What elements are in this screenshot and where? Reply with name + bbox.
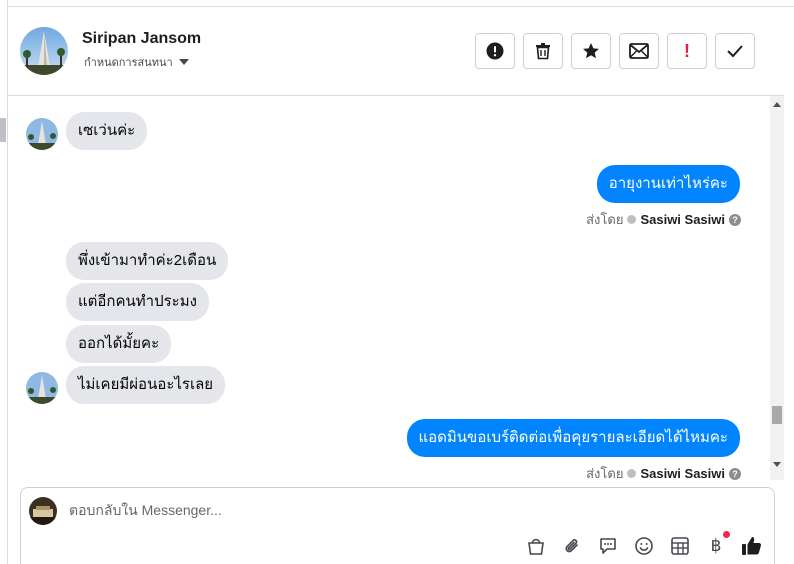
like-button[interactable] <box>740 534 764 558</box>
exclamation-icon: ! <box>684 41 690 61</box>
notification-dot <box>723 531 730 538</box>
scroll-down-arrow-icon[interactable] <box>773 462 781 467</box>
message-incoming[interactable]: แต่อีกคนทำประมง <box>66 283 209 321</box>
sent-by-label: ส่งโดย <box>586 466 624 480</box>
table-button[interactable] <box>668 534 692 558</box>
reply-input[interactable] <box>69 502 489 518</box>
page-avatar <box>29 497 57 525</box>
payment-button[interactable]: ฿ <box>704 531 730 558</box>
star-button[interactable] <box>571 33 611 69</box>
attach-button[interactable] <box>560 534 584 558</box>
delete-button[interactable] <box>523 33 563 69</box>
sender-name[interactable]: Sasiwi Sasiwi <box>640 212 725 227</box>
baht-icon: ฿ <box>710 536 722 556</box>
flag-button[interactable]: ! <box>667 33 707 69</box>
scroll-up-arrow-icon[interactable] <box>773 102 781 107</box>
emoji-button[interactable] <box>632 534 656 558</box>
mail-button[interactable] <box>619 33 659 69</box>
verified-icon <box>627 215 637 224</box>
contact-avatar-small[interactable] <box>26 372 58 404</box>
message-incoming[interactable]: ออกได้มั้ยคะ <box>66 325 172 363</box>
saved-reply-button[interactable] <box>596 534 620 558</box>
verified-icon <box>627 469 637 478</box>
help-icon[interactable]: ? <box>729 213 741 226</box>
message-incoming[interactable]: เซเว่นค่ะ <box>66 112 148 150</box>
reply-composer: ฿ <box>20 487 775 564</box>
message-incoming[interactable]: ไม่เคยมีผ่อนอะไรเลย <box>66 366 226 404</box>
thumbs-up-icon <box>742 537 761 555</box>
trash-icon <box>536 43 550 60</box>
message-outgoing[interactable]: อายุงานเท่าไหร่คะ <box>596 165 740 203</box>
sent-by-label: ส่งโดย <box>586 212 624 227</box>
contact-avatar[interactable] <box>20 27 68 75</box>
conversation-status-label: กำหนดการสนทนา <box>84 57 173 69</box>
sent-by-line: ส่งโดย Sasiwi Sasiwi ? <box>586 209 741 230</box>
message-thread[interactable]: เซเว่นค่ะ อายุงานเท่าไหร่คะ ส่งโดย Sasiw… <box>8 96 770 480</box>
thread-scrollbar[interactable] <box>770 96 784 480</box>
conversation-header: Siripan Jansom กำหนดการสนทนา ! <box>8 7 784 96</box>
composer-toolbar: ฿ <box>524 531 764 558</box>
message-outgoing[interactable]: แอดมินขอเบร์ติดต่อเพื่อคุยรายละเอียดได้ไ… <box>406 419 740 457</box>
checkmark-icon <box>727 45 743 58</box>
message-incoming[interactable]: พึ่งเข้ามาทำค่ะ2เดือน <box>66 242 229 280</box>
scroll-thumb[interactable] <box>772 406 782 424</box>
sent-by-line: ส่งโดย Sasiwi Sasiwi ? <box>586 463 741 480</box>
alert-circle-icon <box>486 42 504 60</box>
sender-name[interactable]: Sasiwi Sasiwi <box>640 466 725 480</box>
contact-name[interactable]: Siripan Jansom <box>82 30 201 48</box>
speech-bubble-icon <box>600 538 616 554</box>
bag-icon <box>528 538 544 555</box>
smiley-icon <box>635 537 653 555</box>
contact-avatar-small[interactable] <box>26 118 58 150</box>
left-scroll-thumb[interactable] <box>0 118 6 142</box>
table-icon <box>671 537 689 555</box>
envelope-icon <box>629 43 649 59</box>
header-actions: ! <box>475 33 755 69</box>
left-panel-scrollbar[interactable] <box>0 0 8 564</box>
caret-down-icon <box>178 59 189 65</box>
bag-button[interactable] <box>524 534 548 558</box>
paperclip-icon <box>565 539 578 553</box>
help-icon[interactable]: ? <box>729 467 741 480</box>
star-icon <box>583 43 599 59</box>
mark-done-button[interactable] <box>715 33 755 69</box>
alert-button[interactable] <box>475 33 515 69</box>
conversation-status-dropdown[interactable]: กำหนดการสนทนา <box>84 53 189 71</box>
